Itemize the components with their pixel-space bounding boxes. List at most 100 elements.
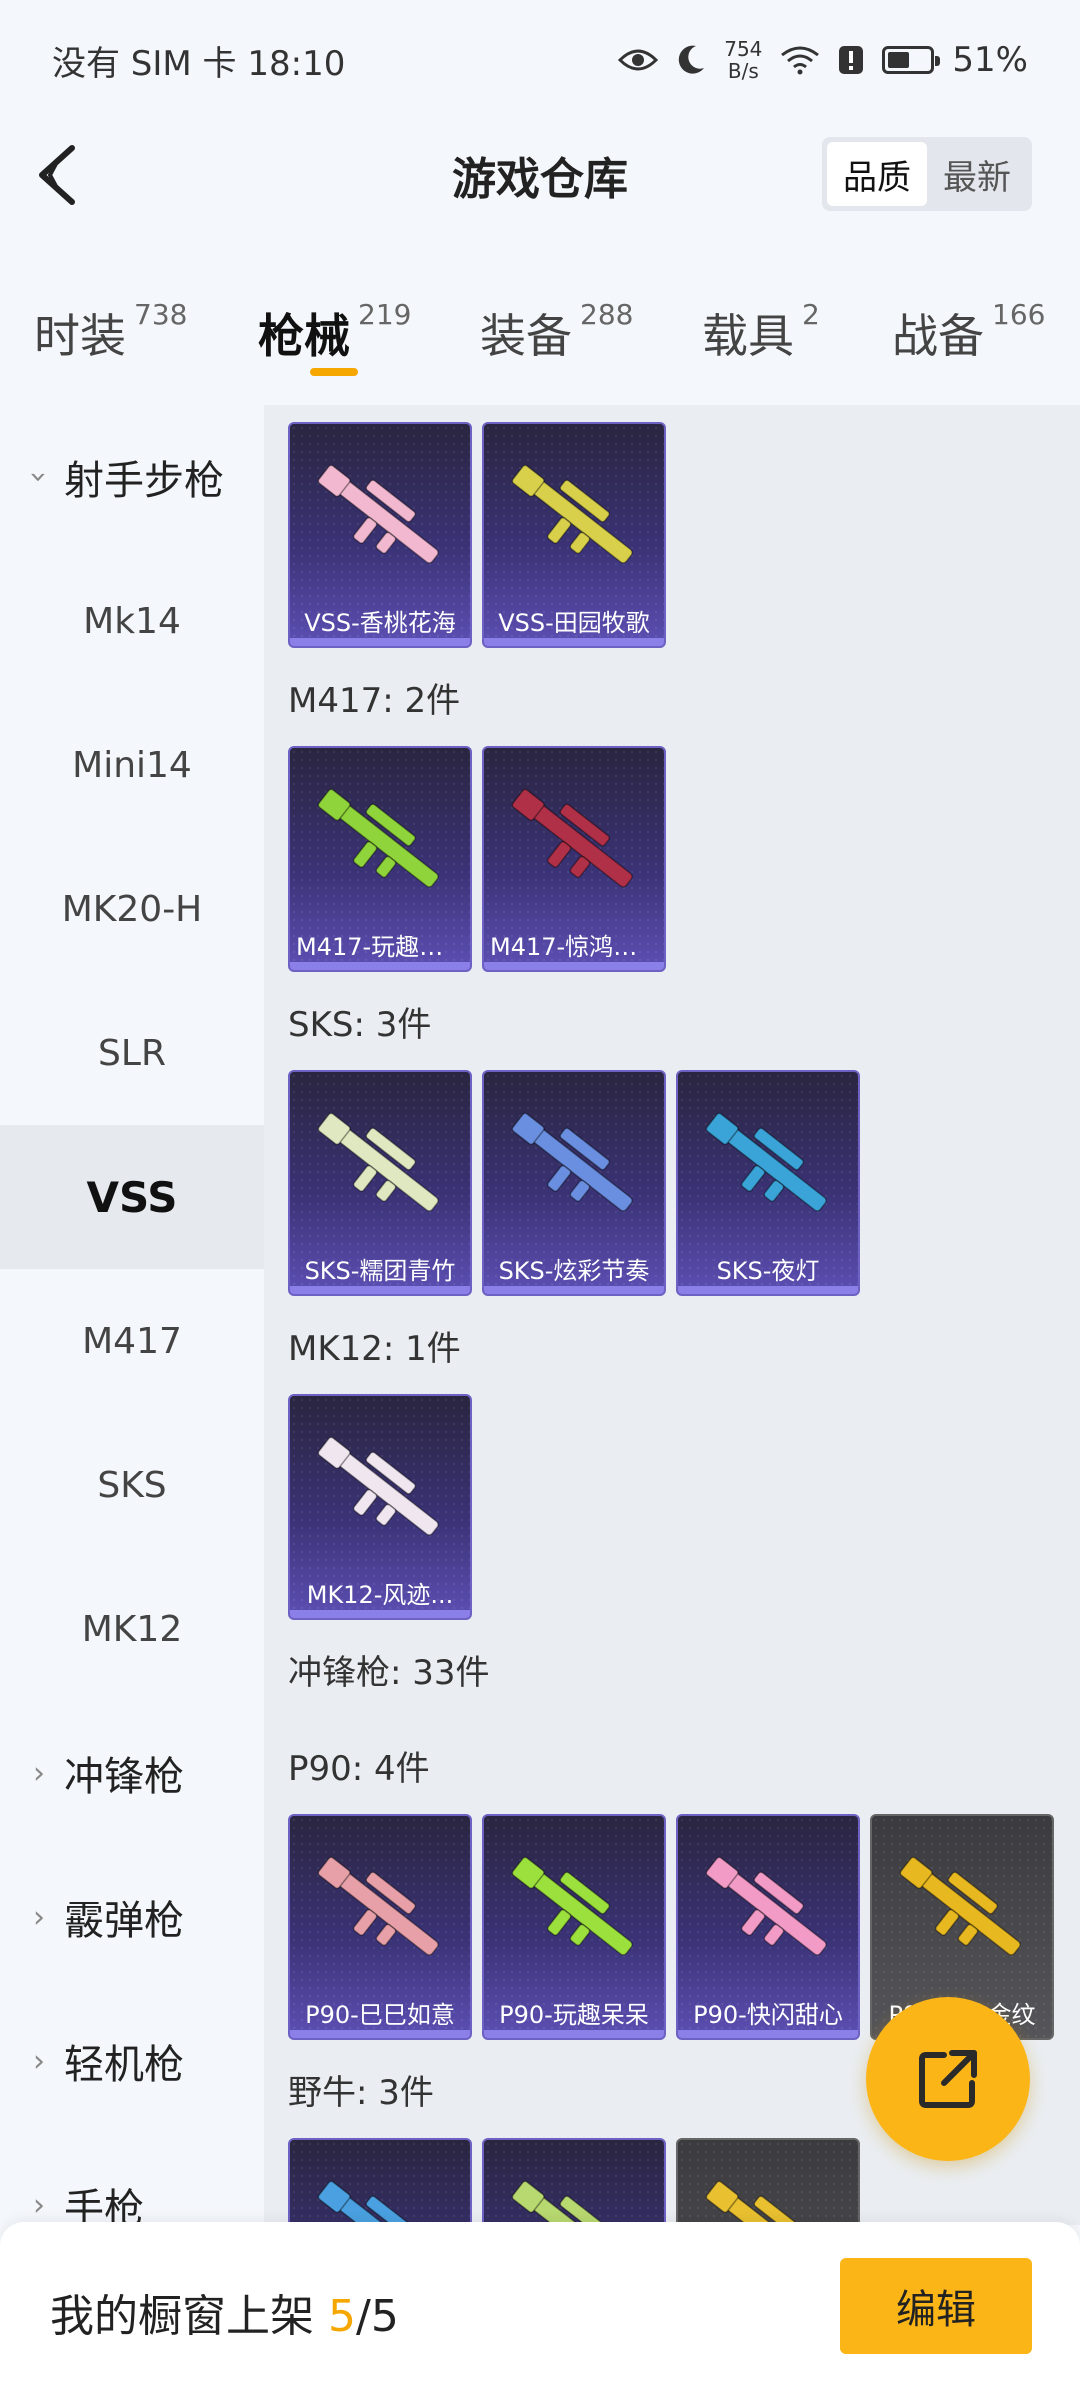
item-name: M417-玩趣呆... <box>296 933 467 961</box>
rarity-strip <box>290 2030 470 2038</box>
sort-quality-button[interactable]: 品质 <box>827 142 927 206</box>
gun-skin-image <box>317 464 439 564</box>
showcase-bar: 我的橱窗上架 5/5 编辑 <box>0 2222 1080 2388</box>
battery-fill <box>888 52 909 68</box>
item-grid: VSS-香桃花海 VSS-田园牧歌 M417: 2件 M417-玩趣呆... M41… <box>264 405 1080 2225</box>
weapon-type-sidebar: › 射手步枪 Mk14 Mini14 MK20-H SLR VSS M417 S… <box>0 405 264 2232</box>
gun-skin-image <box>705 1856 827 1956</box>
battery-percent: 51% <box>952 40 1028 80</box>
sort-newest-button[interactable]: 最新 <box>927 142 1027 206</box>
tab-equipment[interactable]: 装备 288 <box>480 298 633 366</box>
rarity-strip <box>290 1286 470 1294</box>
p90-item-card[interactable]: P90-巳巳如意 <box>288 1814 472 2040</box>
item-name: P90-快闪甜心 <box>693 2001 843 2029</box>
bison-item-card[interactable] <box>288 2138 472 2225</box>
sks-item-card[interactable]: SKS-炫彩节奏 <box>482 1070 666 1296</box>
gun-skin-image <box>317 1436 439 1536</box>
sidebar-item-slr[interactable]: SLR <box>0 981 264 1125</box>
item-name: P90-玩趣呆呆 <box>499 2001 649 2029</box>
battery-icon <box>882 46 941 74</box>
item-name: M417-惊鸿侠... <box>490 933 661 961</box>
edit-button[interactable]: 编辑 <box>840 2258 1032 2354</box>
share-button[interactable] <box>866 1997 1030 2161</box>
rarity-strip <box>484 638 664 646</box>
gun-skin-image <box>705 1112 827 1212</box>
sks-item-card[interactable]: SKS-糯团青竹 <box>288 1070 472 1296</box>
m417-item-card[interactable]: M417-惊鸿侠... <box>482 746 666 972</box>
sidebar-group-lmg[interactable]: › 轻机枪 <box>0 1989 264 2133</box>
category-tabs: 时装 738 枪械 219 装备 288 载具 2 战备 166 <box>0 280 1080 390</box>
rarity-strip <box>678 2030 858 2038</box>
gun-skin-image <box>317 1112 439 1212</box>
gun-skin-image <box>705 2180 827 2225</box>
rarity-strip <box>484 962 664 970</box>
item-name: VSS-香桃花海 <box>304 609 456 637</box>
item-name: SKS-糯团青竹 <box>304 1257 456 1285</box>
header: 游戏仓库 品质 最新 <box>0 120 1080 230</box>
carrier-time: 没有 SIM 卡 18:10 <box>52 43 346 84</box>
mk12-item-card[interactable]: MK12-风迹... <box>288 1394 472 1620</box>
sks-item-card[interactable]: SKS-夜灯 <box>676 1070 860 1296</box>
item-name: VSS-田园牧歌 <box>498 609 650 637</box>
item-name: SKS-炫彩节奏 <box>498 1257 650 1285</box>
net-speed: 754 B/s <box>724 37 763 83</box>
bison-item-card[interactable] <box>482 2138 666 2225</box>
m417-item-card[interactable]: M417-玩趣呆... <box>288 746 472 972</box>
p90-item-card[interactable]: P90-快闪甜心 <box>676 1814 860 2040</box>
section-title-p90: P90: 4件 <box>288 1749 430 1789</box>
chevron-right-icon: › <box>33 2187 45 2223</box>
tab-guns[interactable]: 枪械 219 <box>258 298 411 376</box>
external-link-icon <box>919 2050 977 2108</box>
tab-vehicles[interactable]: 载具 2 <box>702 298 820 366</box>
item-name: SKS-夜灯 <box>716 1257 820 1285</box>
rarity-strip <box>290 962 470 970</box>
sidebar-item-mk14[interactable]: Mk14 <box>0 549 264 693</box>
item-name: P90-巳巳如意 <box>305 2001 455 2029</box>
tab-costume[interactable]: 时装 738 <box>34 298 187 366</box>
rarity-strip <box>484 2030 664 2038</box>
gun-skin-image <box>317 1856 439 1956</box>
rarity-strip <box>290 638 470 646</box>
gun-skin-image <box>511 1856 633 1956</box>
active-tab-indicator <box>310 368 358 376</box>
showcase-count: 我的橱窗上架 5/5 <box>50 2291 399 2342</box>
sidebar-group-smg[interactable]: › 冲锋枪 <box>0 1701 264 1845</box>
eye-icon <box>618 49 659 71</box>
sidebar-item-vss[interactable]: VSS <box>0 1125 264 1269</box>
gun-skin-image <box>511 788 633 888</box>
section-title-smg: 冲锋枪: 33件 <box>288 1653 490 1693</box>
bison-item-card[interactable] <box>676 2138 860 2225</box>
alert-icon <box>839 46 864 74</box>
section-title-m417: M417: 2件 <box>288 681 461 721</box>
status-icons: 754 B/s 51% <box>618 38 1028 82</box>
back-arrow-icon[interactable] <box>28 142 88 208</box>
rarity-strip <box>678 1286 858 1294</box>
status-bar: 没有 SIM 卡 18:10 754 B/s 51% <box>0 0 1080 120</box>
sidebar-item-mk12[interactable]: MK12 <box>0 1557 264 1701</box>
gun-skin-image <box>511 2180 633 2225</box>
page-title: 游戏仓库 <box>452 154 628 205</box>
section-title-sks: SKS: 3件 <box>288 1005 432 1045</box>
item-name: MK12-风迹... <box>306 1581 454 1609</box>
gun-skin-image <box>317 788 439 888</box>
sidebar-item-m417[interactable]: M417 <box>0 1269 264 1413</box>
rarity-strip <box>484 1286 664 1294</box>
gun-skin-image <box>899 1856 1021 1956</box>
gun-skin-image <box>511 1112 633 1212</box>
section-title-bison: 野牛: 3件 <box>288 2073 434 2113</box>
vss-item-card[interactable]: VSS-香桃花海 <box>288 422 472 648</box>
sidebar-group-shotgun[interactable]: › 霰弹枪 <box>0 1845 264 1989</box>
sidebar-item-mini14[interactable]: Mini14 <box>0 693 264 837</box>
gun-skin-image <box>317 2180 439 2225</box>
chevron-right-icon: › <box>21 471 57 483</box>
sidebar-group-marksman-rifles[interactable]: › 射手步枪 <box>0 405 264 549</box>
moon-icon <box>679 45 705 74</box>
sidebar-item-mk20h[interactable]: MK20-H <box>0 837 264 981</box>
sidebar-item-sks[interactable]: SKS <box>0 1413 264 1557</box>
tab-supplies[interactable]: 战备 166 <box>892 298 1045 366</box>
wifi-icon <box>781 46 820 75</box>
section-title-mk12: MK12: 1件 <box>288 1329 461 1369</box>
p90-item-card[interactable]: P90-玩趣呆呆 <box>482 1814 666 2040</box>
vss-item-card[interactable]: VSS-田园牧歌 <box>482 422 666 648</box>
chevron-right-icon: › <box>33 1755 45 1791</box>
